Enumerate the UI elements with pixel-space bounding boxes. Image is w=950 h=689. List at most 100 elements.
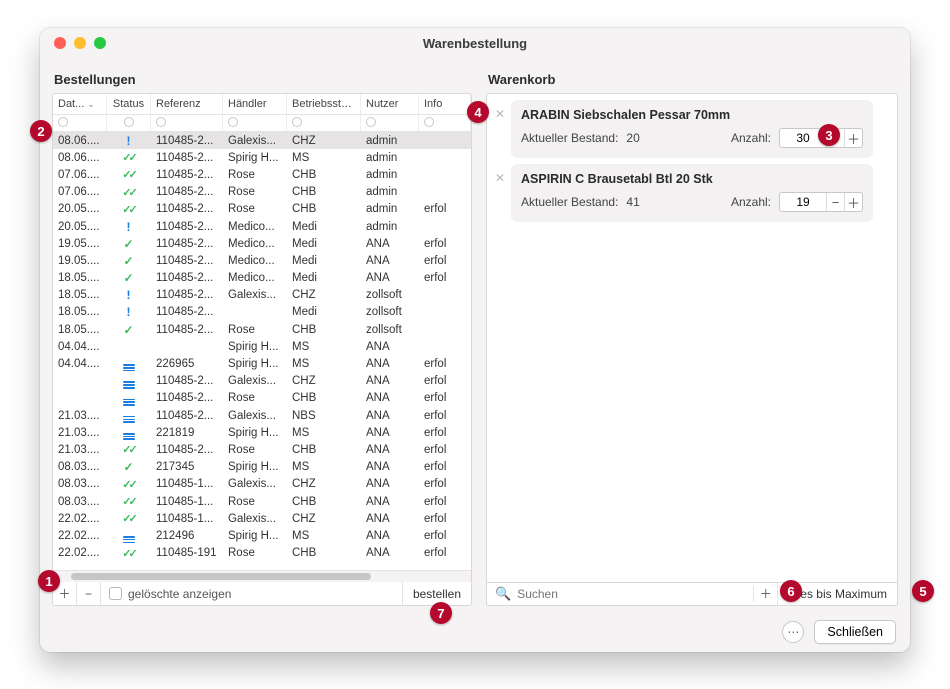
status-double-check-icon: ✓✓ [122,152,134,164]
annotation-5: 5 [912,580,934,602]
col-user[interactable]: Nutzer [361,94,419,114]
cell-date [53,394,107,402]
cell-site: CHB [287,543,361,563]
filter-vendor[interactable] [228,117,238,127]
cart-title: Warenkorb [486,66,898,93]
status-double-check-icon: ✓✓ [122,496,134,508]
status-alert-icon: ! [127,134,131,148]
remove-item-icon[interactable]: ✕ [493,172,507,186]
cell-user: ANA [361,543,419,563]
status-check-icon: ✓ [123,254,133,268]
cell-info: erfol [419,199,471,219]
col-date[interactable]: Dat...⌄ [53,94,107,114]
cell-reference [151,343,223,351]
cell-status [107,343,151,351]
cell-info [419,308,471,316]
status-check-icon: ✓ [123,323,133,337]
qty-increase-button[interactable]: ＋ [844,193,862,211]
col-reference[interactable]: Referenz [151,94,223,114]
filter-date[interactable] [58,117,68,127]
cell-info [419,137,471,145]
status-double-check-icon: ✓✓ [122,548,134,560]
col-site[interactable]: Betriebsstät... [287,94,361,114]
bottom-bar: ⋯ Schließen [40,612,910,652]
show-deleted-checkbox[interactable]: gelöschte anzeigen [101,587,402,601]
col-vendor[interactable]: Händler [223,94,287,114]
orders-table: Dat...⌄ Status Referenz Händler Betriebs… [52,93,472,583]
table-row[interactable]: 18.05....✓110485-2...RoseCHBzollsoft [53,321,471,338]
order-button[interactable]: bestellen [402,582,471,605]
table-row[interactable]: 22.02....✓✓110485-191RoseCHBANAerfol [53,545,471,562]
annotation-6: 6 [780,580,802,602]
status-double-check-icon: ✓✓ [122,513,134,525]
status-double-check-icon: ✓✓ [122,479,134,491]
cell-date: 22.02.... [53,543,107,563]
annotation-2: 2 [30,120,52,142]
qty-increase-button[interactable]: ＋ [844,129,862,147]
content-area: Bestellungen Dat...⌄ Status Referenz Hän… [40,58,910,612]
cart-search[interactable]: 🔍 [487,586,754,602]
stock-value: 41 [626,195,639,209]
col-status[interactable]: Status [107,94,151,114]
remove-order-button[interactable]: − [77,582,101,605]
cell-info [419,326,471,334]
filter-user[interactable] [366,117,376,127]
cart-item: ✕ASPIRIN C Brausetabl Btl 20 StkAktuelle… [511,164,873,222]
cell-info [419,171,471,179]
cell-info [419,154,471,162]
status-double-check-icon: ✓✓ [122,204,134,216]
scrollbar-thumb[interactable] [71,573,371,580]
orders-title: Bestellungen [52,66,472,93]
filter-info[interactable] [424,117,434,127]
close-button[interactable]: Schließen [814,620,896,644]
filter-site[interactable] [292,117,302,127]
orders-horizontal-scrollbar[interactable] [53,570,471,582]
status-check-icon: ✓ [123,460,133,474]
qty-label: Anzahl: [731,131,771,145]
cell-status: ✓ [107,319,151,341]
orders-panel: Bestellungen Dat...⌄ Status Referenz Hän… [52,66,472,606]
quantity-input[interactable] [780,195,826,209]
remove-item-icon[interactable]: ✕ [493,108,507,122]
orders-footer: ＋ − gelöschte anzeigen bestellen [52,582,472,606]
cart-list: ✕ ARABIN Siebschalen Pessar 70mm Aktueller… [486,93,898,583]
cell-reference: 110485-191 [151,543,223,563]
cell-info [419,188,471,196]
annotation-1: 1 [38,570,60,592]
annotation-4: 4 [467,101,489,123]
checkbox-icon [109,587,122,600]
status-check-icon: ✓ [123,237,133,251]
cell-info [419,223,471,231]
cell-date: 04.04.... [53,354,107,374]
qty-label: Anzahl: [731,195,771,209]
search-icon: 🔍 [495,586,511,602]
qty-decrease-button[interactable]: − [826,193,844,211]
more-options-button[interactable]: ⋯ [782,621,804,643]
col-info[interactable]: Info [419,94,471,114]
cell-date [53,377,107,385]
search-input[interactable] [517,587,745,601]
cell-info [419,343,471,351]
quantity-stepper[interactable]: −＋ [779,192,863,212]
cell-info: erfol [419,543,471,563]
orders-header-row: Dat...⌄ Status Referenz Händler Betriebs… [53,94,471,115]
cell-vendor: Galexis... [223,285,287,305]
window-title: Warenbestellung [40,36,910,51]
filter-ref[interactable] [156,117,166,127]
status-alert-icon: ! [127,305,131,319]
cart-footer: 🔍 ＋ alles bis Maximum [486,582,898,606]
status-double-check-icon: ✓✓ [122,187,134,199]
status-alert-icon: ! [127,220,131,234]
sort-indicator-icon: ⌄ [87,99,95,109]
show-deleted-label: gelöschte anzeigen [128,587,231,601]
item-name: ASPIRIN C Brausetabl Btl 20 Stk [521,172,863,186]
item-name: ARABIN Siebschalen Pessar 70mm [521,108,863,122]
annotation-3: 3 [818,124,840,146]
stock-label: Aktueller Bestand: [521,195,618,209]
orders-body[interactable]: 08.06....!110485-2...Galexis...CHZadmin0… [53,132,471,570]
cell-vendor [223,308,287,316]
annotation-7: 7 [430,602,452,624]
stock-value: 20 [626,131,639,145]
add-item-button[interactable]: ＋ [754,582,778,605]
filter-status[interactable] [124,117,134,127]
